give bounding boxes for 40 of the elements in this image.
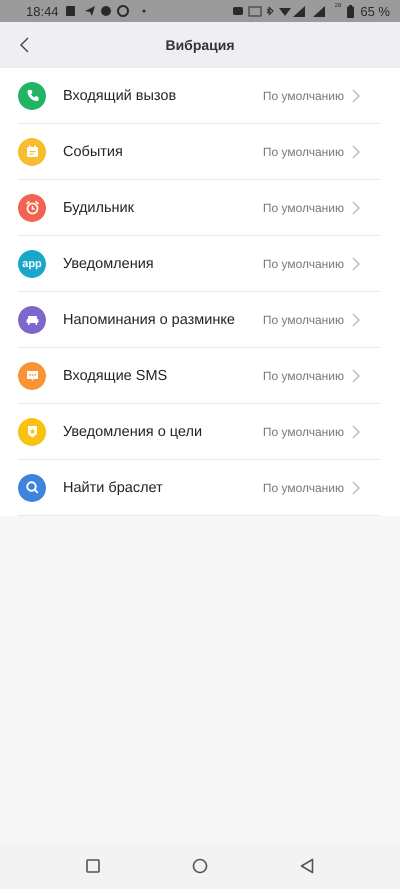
row-label: Напоминания о разминке	[63, 312, 236, 328]
status-time: 18:44	[26, 4, 59, 18]
recents-icon[interactable]	[86, 859, 100, 873]
back-icon[interactable]	[300, 858, 314, 874]
settings-row[interactable]: Входящие SMS По умолчанию	[18, 348, 380, 404]
row-value: По умолчанию	[262, 256, 344, 270]
row-value: По умолчанию	[262, 368, 344, 382]
settings-row[interactable]: Найти браслет По умолчанию	[18, 460, 380, 516]
chevron-icon	[352, 424, 360, 438]
row-value: По умолчанию	[262, 312, 344, 326]
chevron-icon	[352, 480, 360, 494]
settings-row[interactable]: app Уведомления По умолчанию	[18, 236, 380, 292]
row-value: По умолчанию	[262, 424, 344, 438]
battery-icon	[347, 4, 354, 18]
settings-row[interactable]: Уведомления о цели По умолчанию	[18, 404, 380, 460]
settings-row[interactable]: Напоминания о разминке По умолчанию	[18, 292, 380, 348]
settings-row[interactable]: Входящий вызов По умолчанию	[18, 68, 380, 124]
row-label: Входящий вызов	[63, 88, 178, 104]
row-label: Входящие SMS	[63, 368, 168, 384]
battery-percent: 65 %	[360, 4, 390, 18]
row-value: По умолчанию	[262, 88, 344, 102]
chevron-icon	[352, 88, 360, 102]
chevron-icon	[352, 200, 360, 214]
settings-row[interactable]: События По умолчанию	[18, 124, 380, 180]
settings-row[interactable]: Будильник По умолчанию	[18, 180, 380, 236]
chevron-icon	[352, 368, 360, 382]
chevron-icon	[352, 256, 360, 270]
row-label: Найти браслет	[63, 480, 164, 496]
screen-title: Вибрация	[165, 37, 235, 53]
home-icon[interactable]	[192, 858, 208, 874]
chevron-icon	[352, 144, 360, 158]
row-value: По умолчанию	[262, 144, 344, 158]
row-value: По умолчанию	[262, 480, 344, 494]
row-label: Будильник	[63, 200, 135, 216]
row-value: По умолчанию	[262, 200, 344, 214]
row-label: Уведомления	[63, 256, 155, 272]
row-label: События	[63, 144, 124, 160]
app-icon: app	[18, 250, 46, 278]
chevron-icon	[352, 312, 360, 326]
row-label: Уведомления о цели	[63, 424, 204, 440]
